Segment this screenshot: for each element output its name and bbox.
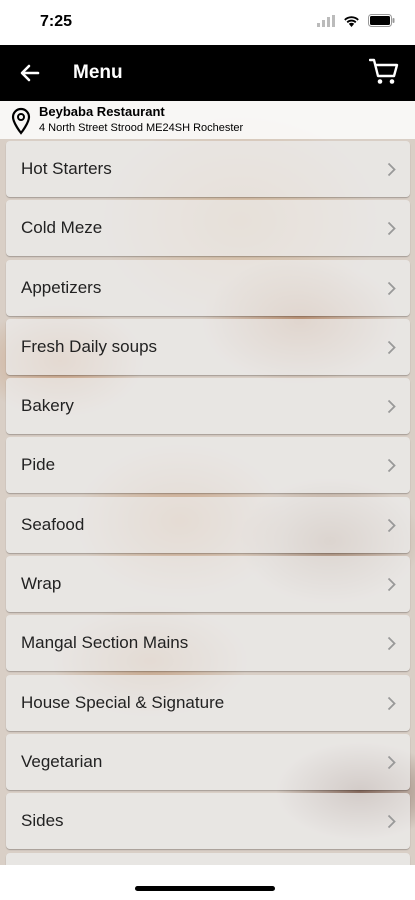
category-item-vegetarian[interactable]: Vegetarian: [6, 733, 410, 790]
category-item-sides[interactable]: Sides: [6, 793, 410, 850]
category-item-appetizers[interactable]: Appetizers: [6, 259, 410, 316]
category-label: Cold Meze: [21, 218, 103, 238]
category-label: Pide: [21, 455, 56, 475]
category-label: Appetizers: [21, 277, 102, 297]
battery-icon: [368, 14, 395, 27]
category-label: Bakery: [21, 396, 74, 416]
category-label: Seafood: [21, 514, 85, 534]
cart-icon: [368, 58, 399, 84]
category-label: Wrap: [21, 574, 62, 594]
chevron-right-icon: [387, 400, 396, 414]
chevron-right-icon: [387, 281, 396, 295]
app-header: Menu: [0, 45, 415, 101]
category-label: Sides: [21, 811, 64, 831]
category-label: Fresh Daily soups: [21, 336, 158, 356]
chevron-right-icon: [387, 577, 396, 592]
category-label: Vegetarian: [21, 751, 103, 771]
category-item-fresh-daily-soups[interactable]: Fresh Daily soups: [6, 318, 410, 375]
signal-icon: [317, 14, 335, 27]
status-bar: 7:25: [0, 0, 415, 45]
category-item-pide[interactable]: Pide: [6, 437, 410, 494]
chevron-right-icon: [387, 459, 396, 473]
chevron-right-icon: [387, 162, 396, 177]
chevron-right-icon: [387, 340, 396, 355]
restaurant-name: Beybaba Restaurant: [39, 104, 165, 119]
chevron-right-icon: [387, 222, 396, 236]
chevron-right-icon: [387, 755, 396, 770]
map-pin-icon: [11, 107, 31, 135]
arrow-left-icon: [20, 64, 40, 82]
restaurant-location-bar: Beybaba Restaurant 4 North Street Strood…: [0, 101, 415, 139]
restaurant-address: 4 North Street Strood ME24SH Rochester: [39, 122, 244, 134]
category-item-hot-starters[interactable]: Hot Starters: [6, 141, 410, 197]
cart-button[interactable]: [368, 58, 399, 86]
category-item-house-special-signature[interactable]: House Special & Signature: [6, 674, 410, 731]
menu-content[interactable]: Beybaba Restaurant 4 North Street Strood…: [0, 101, 415, 865]
chevron-right-icon: [387, 696, 396, 710]
home-indicator[interactable]: [135, 886, 275, 891]
chevron-right-icon: [387, 815, 396, 829]
chevron-right-icon: [387, 637, 396, 651]
category-item-mangal-section-mains[interactable]: Mangal Section Mains: [6, 615, 410, 672]
back-button[interactable]: [18, 61, 42, 85]
category-label: Mangal Section Mains: [21, 633, 189, 653]
home-indicator-area: [0, 865, 415, 900]
category-item-wrap[interactable]: Wrap: [6, 556, 410, 613]
wifi-icon: [344, 15, 359, 27]
chevron-right-icon: [387, 518, 396, 532]
category-list: Hot Starters Cold Meze Appetizers Fresh …: [0, 141, 415, 865]
category-item-cold-meze[interactable]: Cold Meze: [6, 200, 410, 257]
category-label: Hot Starters: [21, 159, 112, 178]
category-label: House Special & Signature: [21, 692, 225, 712]
status-time: 7:25: [40, 13, 73, 30]
category-item-seafood[interactable]: Seafood: [6, 496, 410, 553]
category-item-bakery[interactable]: Bakery: [6, 378, 410, 435]
status-icons: [317, 14, 395, 27]
page-title: Menu: [73, 62, 123, 83]
category-item-partial[interactable]: [6, 852, 410, 865]
